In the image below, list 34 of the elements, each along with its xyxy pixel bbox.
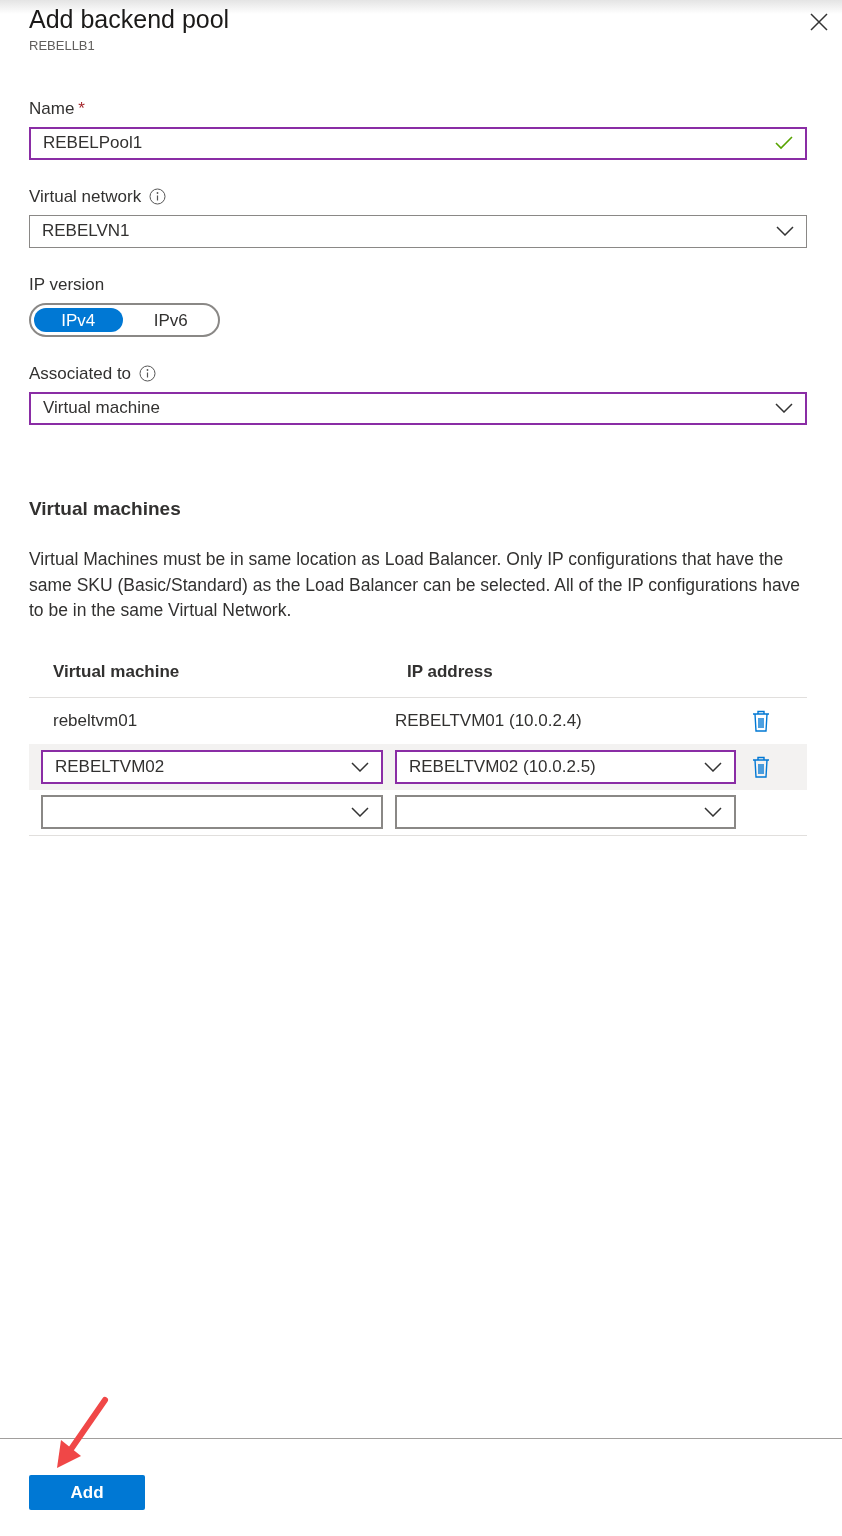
chevron-down-icon bbox=[704, 807, 722, 817]
dropdown[interactable]: REBELTVM02 (10.0.2.5) bbox=[395, 749, 736, 784]
table-cell-text: rebeltvm01 bbox=[53, 709, 138, 732]
info-icon bbox=[139, 365, 157, 382]
required-mark: * bbox=[78, 97, 85, 120]
column-header: Virtual machine bbox=[52, 661, 181, 684]
toggle-option[interactable]: IPv4 bbox=[34, 307, 123, 332]
panel-title: Add backend pool bbox=[29, 4, 230, 34]
field-label: IP version bbox=[29, 273, 105, 296]
chevron-down-icon bbox=[776, 226, 794, 236]
chevron-down-icon bbox=[704, 761, 722, 772]
close-icon bbox=[810, 13, 828, 31]
dropdown[interactable] bbox=[41, 795, 383, 829]
trash-icon[interactable] bbox=[752, 755, 770, 778]
field-label: Name bbox=[29, 97, 75, 120]
chevron-down-icon bbox=[351, 807, 369, 817]
trash-icon[interactable] bbox=[752, 709, 770, 732]
info-icon bbox=[149, 188, 167, 205]
add-button[interactable]: Add bbox=[29, 1475, 145, 1510]
panel-subtitle: REBELLB1 bbox=[29, 37, 96, 55]
dropdown[interactable]: REBELVN1 bbox=[29, 214, 807, 248]
section-description: Virtual Machines must be in same location as Load Balancer. Only IP configurations that have the same SKU (Basic/Standard) as the Load Balancer can be selected. All of the IP configurations have to be in the same Virtual Network. bbox=[29, 548, 802, 622]
chevron-down-icon bbox=[775, 403, 793, 413]
table-cell-text: REBELTVM01 (10.0.2.4) bbox=[395, 709, 582, 732]
column-header: IP address bbox=[407, 661, 494, 684]
chevron-down-icon bbox=[351, 761, 369, 772]
name-field[interactable]: REBELPool1 bbox=[29, 126, 807, 160]
field-label: Associated to bbox=[29, 362, 132, 385]
dropdown[interactable] bbox=[395, 795, 736, 829]
dropdown[interactable]: Virtual machine bbox=[29, 391, 807, 425]
toggle-option[interactable]: IPv6 bbox=[126, 307, 215, 332]
field-label: Virtual network bbox=[29, 185, 142, 208]
dropdown[interactable]: REBELTVM02 bbox=[41, 749, 383, 784]
section-heading: Virtual machines bbox=[29, 496, 182, 521]
